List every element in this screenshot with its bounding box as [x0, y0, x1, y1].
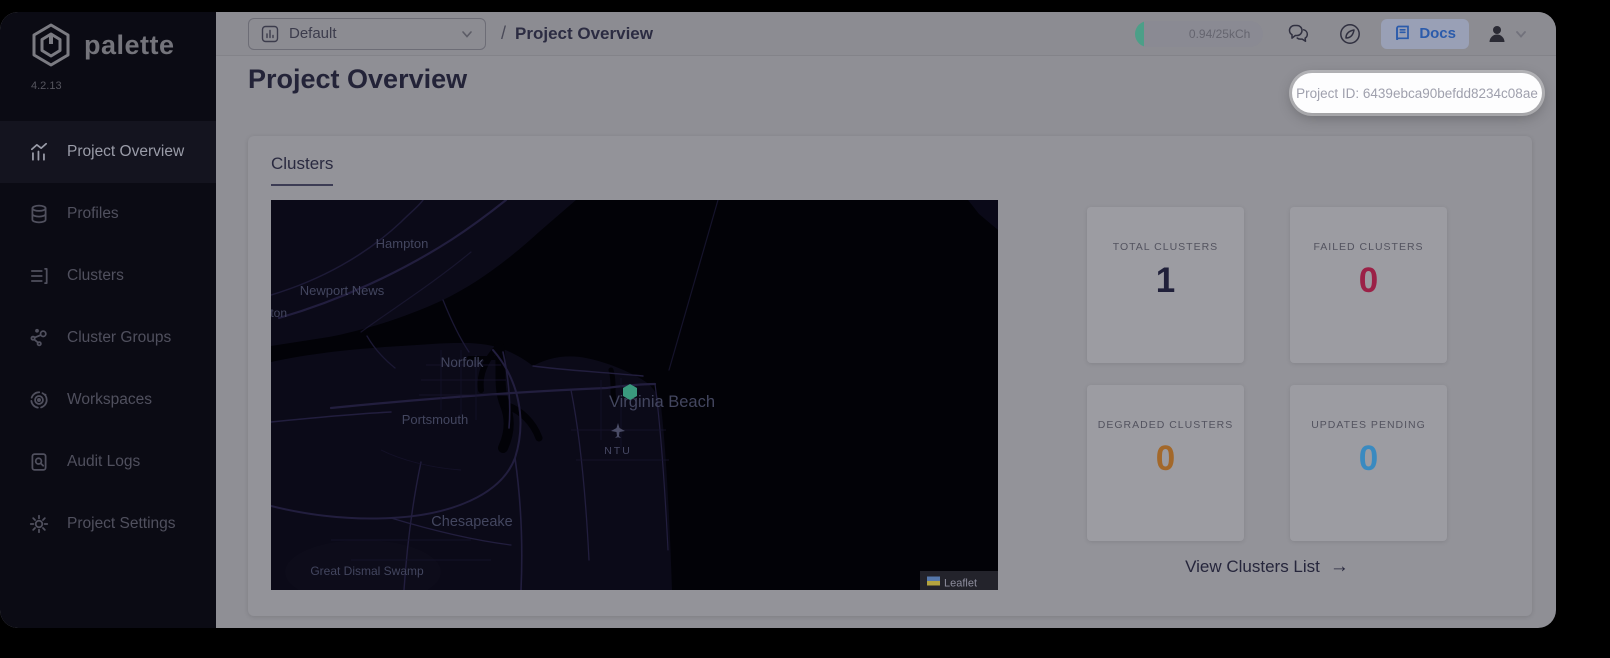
user-menu-button[interactable]	[1485, 22, 1509, 46]
sidebar-item-project-settings[interactable]: Project Settings	[0, 493, 216, 555]
sidebar-item-profiles[interactable]: Profiles	[0, 183, 216, 245]
gear-icon	[29, 514, 49, 534]
list-icon	[30, 267, 48, 285]
sidebar-item-label: Clusters	[67, 267, 124, 284]
chevron-down-icon	[462, 30, 472, 38]
book-icon	[1396, 25, 1410, 41]
database-icon	[31, 204, 47, 224]
sidebar: palette 4.2.13 Project Overview Profiles	[0, 12, 216, 628]
network-icon	[30, 328, 47, 347]
usage-progress	[1135, 20, 1145, 47]
compass-icon	[1340, 23, 1361, 44]
sidebar-item-clusters[interactable]: Clusters	[0, 245, 216, 307]
breadcrumb[interactable]: / Project Overview	[501, 23, 653, 44]
project-id-tooltip[interactable]: Project ID: 6439ebca90befdd8234c08ae	[1292, 73, 1542, 113]
stat-value: 0	[1358, 439, 1379, 478]
stat-value: 0	[1358, 261, 1379, 300]
attribution-text: Leaflet	[944, 578, 977, 590]
map-label-hampton: Hampton	[376, 236, 429, 251]
airport-code: NTU	[604, 445, 632, 457]
flag-icon	[927, 576, 940, 581]
sidebar-nav: Project Overview Profiles Clusters Clust…	[0, 121, 216, 555]
chevron-down-icon	[1516, 30, 1526, 38]
sidebar-item-project-overview[interactable]: Project Overview	[0, 121, 216, 183]
chat-button[interactable]	[1284, 19, 1314, 49]
clusters-map[interactable]: Hampton Newport News llton Norfolk Virgi…	[265, 198, 998, 604]
map-canvas: Hampton Newport News llton Norfolk Virgi…	[265, 198, 998, 604]
app-version: 4.2.13	[31, 80, 62, 92]
chat-bubbles-icon	[1289, 24, 1309, 42]
project-selector-value: Default	[289, 25, 337, 42]
docs-label: Docs	[1419, 25, 1456, 42]
map-attribution[interactable]: Leaflet	[920, 571, 998, 590]
stat-failed-clusters: FAILED CLUSTERS 0	[1290, 207, 1447, 363]
arrow-right-icon: →	[1329, 556, 1349, 577]
app-window: palette 4.2.13 Project Overview Profiles	[0, 12, 1556, 628]
topbar-actions: 0.94/25kCh Docs	[1135, 18, 1528, 49]
usage-badge[interactable]: 0.94/25kCh	[1135, 20, 1264, 47]
top-bar: Default / Project Overview 0.94/25kCh Do…	[216, 12, 1556, 56]
view-link-text: View Clusters List	[1185, 557, 1320, 576]
map-label-newport-news: Newport News	[300, 283, 385, 298]
sidebar-item-cluster-groups[interactable]: Cluster Groups	[0, 307, 216, 369]
map-label-clipped: llton	[271, 306, 287, 320]
sidebar-item-label: Profiles	[67, 205, 119, 222]
sidebar-item-workspaces[interactable]: Workspaces	[0, 369, 216, 431]
map-label-great-dismal-swamp: Great Dismal Swamp	[310, 564, 424, 578]
stat-updates-pending: UPDATES PENDING 0	[1290, 385, 1447, 541]
sidebar-item-label: Workspaces	[67, 391, 152, 408]
user-menu-caret[interactable]	[1514, 27, 1528, 41]
stat-total-clusters: TOTAL CLUSTERS 1	[1087, 207, 1244, 363]
breadcrumb-current: Project Overview	[515, 24, 653, 43]
stat-value: 0	[1155, 439, 1176, 478]
map-label-norfolk: Norfolk	[441, 355, 484, 370]
stat-label: DEGRADED CLUSTERS	[1097, 419, 1234, 431]
palette-logo-icon	[32, 23, 70, 67]
sidebar-item-label: Project Overview	[67, 143, 185, 160]
sidebar-item-label: Cluster Groups	[67, 329, 172, 346]
project-selector[interactable]: Default	[248, 17, 486, 50]
chart-icon	[30, 142, 48, 161]
cluster-stats: TOTAL CLUSTERS 1 FAILED CLUSTERS 0 DEGRA…	[1087, 207, 1447, 541]
doc-search-icon	[31, 453, 47, 471]
project-chart-icon	[261, 25, 279, 42]
stat-label: UPDATES PENDING	[1311, 419, 1426, 431]
page-title: Project Overview	[248, 64, 468, 94]
tab-clusters[interactable]: Clusters	[271, 154, 334, 186]
brand-logo: palette	[0, 12, 216, 68]
map-label-chesapeake: Chesapeake	[431, 514, 512, 530]
sidebar-item-audit-logs[interactable]: Audit Logs	[0, 431, 216, 493]
map-label-portsmouth: Portsmouth	[402, 412, 468, 427]
brand-name: palette	[84, 29, 175, 60]
stat-value: 1	[1155, 261, 1176, 300]
user-icon	[1489, 25, 1505, 42]
stat-label: FAILED CLUSTERS	[1313, 241, 1424, 253]
view-clusters-list-link[interactable]: View Clusters List →	[1087, 556, 1447, 578]
stat-label: TOTAL CLUSTERS	[1112, 241, 1219, 253]
help-button[interactable]	[1335, 19, 1365, 49]
sidebar-item-label: Audit Logs	[67, 453, 141, 470]
orbit-icon	[30, 391, 48, 409]
usage-text: 0.94/25kCh	[1188, 26, 1251, 41]
docs-button[interactable]: Docs	[1381, 18, 1469, 49]
sidebar-item-label: Project Settings	[67, 515, 176, 532]
breadcrumb-separator: /	[501, 23, 507, 43]
stat-degraded-clusters: DEGRADED CLUSTERS 0	[1087, 385, 1244, 541]
clusters-panel: Clusters Hampton Newport News ton Norfol…	[248, 136, 1532, 616]
